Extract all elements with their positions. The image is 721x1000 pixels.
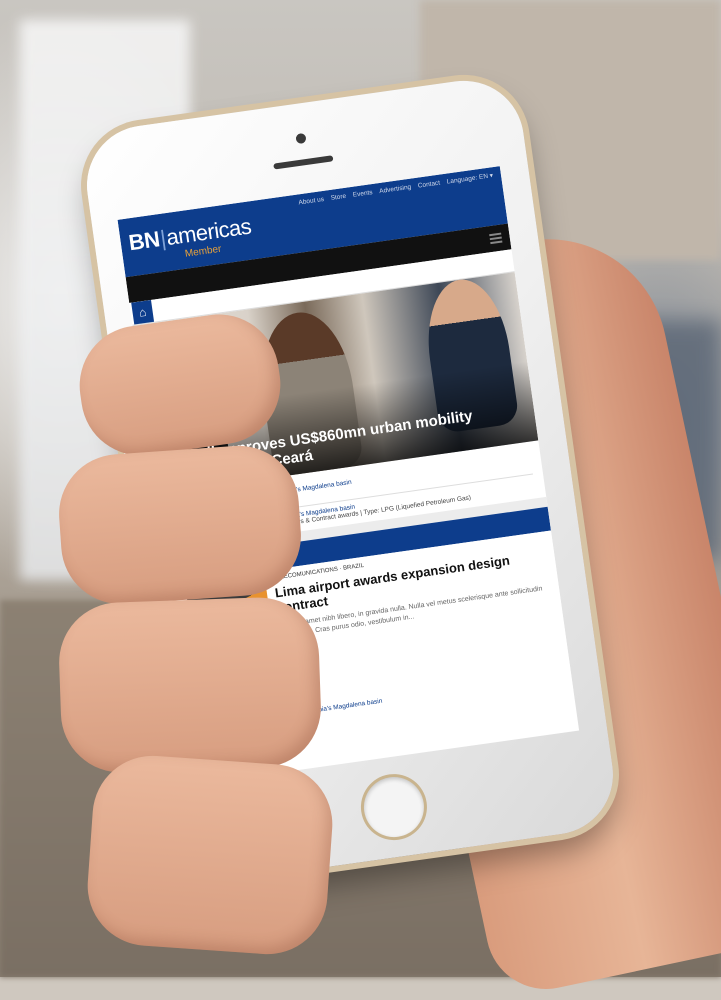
- top-link-language[interactable]: Language: EN ▾: [446, 172, 493, 185]
- top-link-store[interactable]: Store: [330, 193, 346, 202]
- top-link-advertising[interactable]: Advertising: [379, 184, 412, 195]
- logo-bn: BN: [127, 226, 162, 256]
- top-link-events[interactable]: Events: [352, 189, 373, 199]
- home-icon[interactable]: ⌂: [131, 299, 155, 325]
- top-link-about[interactable]: About us: [298, 196, 324, 207]
- hamburger-menu-icon[interactable]: [489, 231, 503, 247]
- feed-thumbnail[interactable]: [185, 580, 278, 682]
- phone-screen: About us Store Events Advertising Contac…: [117, 166, 580, 785]
- top-link-contact[interactable]: Contact: [417, 180, 440, 190]
